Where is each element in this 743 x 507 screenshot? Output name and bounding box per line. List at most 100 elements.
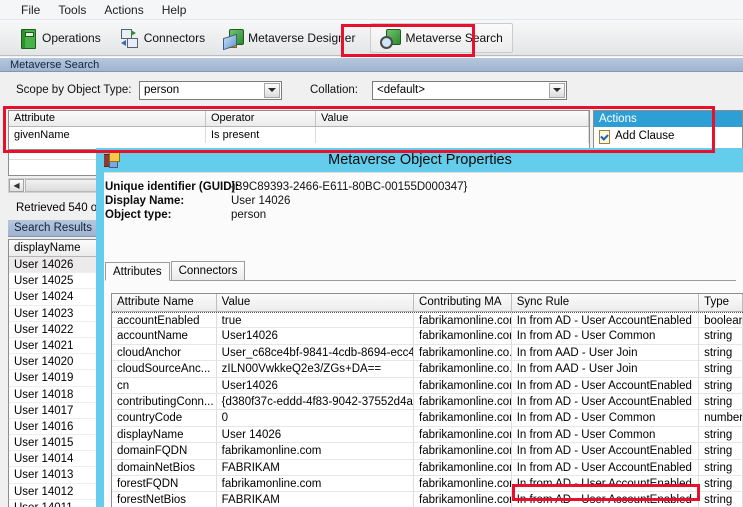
clause-grid: Attribute Operator Value givenName Is pr… — [8, 110, 590, 150]
cell-contributing-ma: fabrikamonline.com — [414, 443, 512, 460]
scope-object-type-select[interactable]: person — [139, 80, 282, 100]
result-list-item[interactable]: User 14012 — [9, 484, 107, 500]
metaverse-search-icon — [380, 28, 402, 49]
result-list-item[interactable]: User 14025 — [9, 273, 107, 290]
toolbar-label-connectors: Connectors — [143, 30, 206, 45]
col-attribute-name[interactable]: Attribute Name — [112, 294, 217, 311]
info-row-display-name: Display Name: User 14026 — [105, 195, 467, 207]
result-list-item[interactable]: User 14019 — [9, 370, 107, 387]
cell-sync-rule: In from AD - User AccountEnabled — [511, 475, 700, 493]
cell-sync-rule: In from AD - User AccountEnabled — [511, 313, 700, 329]
col-contributing-ma[interactable]: Contributing MA — [414, 294, 512, 311]
toolbar-button-operations[interactable]: Operations — [8, 23, 110, 53]
cell-contributing-ma: fabrikamonline.com — [414, 492, 512, 507]
result-list-item[interactable]: User 14018 — [9, 387, 107, 403]
action-add-clause[interactable]: Add Clause — [594, 127, 742, 145]
results-list[interactable]: displayName User 14026 User 14025 User 140… — [8, 239, 108, 507]
result-list-item[interactable]: User 14024 — [9, 289, 107, 306]
table-row[interactable]: accountName User14026 fabrikamonline.com In… — [112, 328, 743, 345]
clause-col-attribute[interactable]: Attribute — [9, 111, 206, 126]
cell-sync-rule: In from AAD - User Join — [511, 361, 700, 378]
cell-attribute-name: countryCode — [112, 410, 217, 427]
scroll-left-arrow-icon[interactable]: ◀ — [9, 179, 24, 192]
col-sync-rule[interactable]: Sync Rule — [512, 294, 700, 311]
collation-select[interactable]: <default> — [372, 80, 567, 100]
cell-value: User_c68ce4bf-9841-4cdb-8694-ecc4f... — [216, 344, 415, 362]
results-column-header-displayname[interactable]: displayName — [9, 240, 107, 257]
table-row[interactable]: domainNetBios FABRIKAM fabrikamonline.com I… — [112, 459, 743, 476]
table-row[interactable]: cn User14026 fabrikamonline.com In from AD … — [112, 377, 743, 394]
col-type[interactable]: Type — [699, 294, 743, 311]
cell-sync-rule: In from AD - User AccountEnabled — [511, 393, 700, 411]
result-list-item[interactable]: User 14015 — [9, 435, 107, 452]
dialog-title: Metaverse Object Properties — [328, 152, 512, 168]
attributes-table: Attribute Name Value Contributing MA Syn… — [111, 293, 743, 507]
result-list-item[interactable]: User 14014 — [9, 451, 107, 468]
table-row[interactable]: forestFQDN fabrikamonline.com fabrikamonli… — [112, 475, 743, 493]
result-list-item[interactable]: User 14023 — [9, 306, 107, 322]
table-row[interactable]: countryCode 0 fabrikamonline.com In from AD… — [112, 410, 743, 427]
add-clause-icon — [598, 129, 611, 144]
scope-object-type-label: Scope by Object Type: — [16, 84, 132, 96]
info-row-object-type: Object type: person — [105, 209, 467, 221]
section-title-bar: Metaverse Search — [0, 57, 743, 72]
chevron-down-icon-collation[interactable] — [549, 82, 565, 98]
tab-attributes[interactable]: Attributes — [105, 262, 170, 281]
result-list-item[interactable]: User 14016 — [9, 419, 107, 436]
toolbar-button-connectors[interactable]: Connectors — [110, 23, 214, 53]
clause-row[interactable]: givenName Is present — [9, 127, 589, 143]
cell-attribute-name: cn — [112, 377, 217, 394]
metaverse-designer-icon — [223, 28, 245, 48]
cell-type: string — [699, 443, 743, 460]
info-key-object-type: Object type: — [105, 209, 172, 221]
cell-attribute-name: accountEnabled — [112, 313, 217, 329]
search-results-panel: ◀ Retrieved 540 o Search Results display… — [8, 152, 108, 507]
connectors-icon — [119, 28, 139, 48]
actions-pane-header: Actions — [594, 111, 742, 127]
result-list-item[interactable]: User 14013 — [9, 467, 107, 484]
object-info-block: Unique identifier (GUID): {B9C89393-2466… — [105, 181, 467, 223]
scope-row: Scope by Object Type: person Collation: … — [0, 78, 743, 102]
cell-type: string — [699, 328, 743, 345]
info-row-guid: Unique identifier (GUID): {B9C89393-2466… — [105, 181, 467, 193]
toolbar-button-metaverse-search[interactable]: Metaverse Search — [370, 22, 513, 53]
result-list-item[interactable]: User 14017 — [9, 403, 107, 419]
tab-connectors[interactable]: Connectors — [170, 261, 246, 280]
result-list-item[interactable]: User 14021 — [9, 338, 107, 355]
table-row[interactable]: contributingConn... {d380f37c-eddd-4f83-9… — [112, 393, 743, 411]
table-row[interactable]: forestNetBios FABRIKAM fabrikamonline.com I… — [112, 492, 743, 507]
scrollbar-thumb[interactable] — [25, 179, 107, 192]
menu-item-tools[interactable]: Tools — [49, 1, 95, 19]
cell-contributing-ma: fabrikamonline.com — [414, 459, 512, 476]
menu-item-file[interactable]: File — [12, 1, 49, 19]
chevron-down-icon-scope[interactable] — [264, 82, 280, 98]
result-list-item[interactable]: User 14026 — [9, 257, 107, 274]
cell-value: fabrikamonline.com — [216, 475, 415, 493]
table-row[interactable]: accountEnabled true fabrikamonline.com In f… — [112, 312, 743, 329]
toolbar-button-metaverse-designer[interactable]: Metaverse Designer — [214, 23, 364, 53]
clause-col-value[interactable]: Value — [316, 111, 589, 126]
menu-item-help[interactable]: Help — [153, 1, 196, 19]
cell-contributing-ma: fabrikamonline.com — [414, 426, 512, 444]
cell-sync-rule: In from AD - User AccountEnabled — [511, 443, 700, 460]
result-list-item[interactable]: User 14020 — [9, 354, 107, 371]
result-list-item[interactable]: User 14011 — [9, 500, 107, 507]
cell-type: string — [699, 459, 743, 476]
menu-item-actions[interactable]: Actions — [95, 1, 152, 19]
operations-icon — [17, 28, 37, 49]
table-row[interactable]: cloudSourceAnc... zILN00VwkkeQ2e3/ZGs+DA=… — [112, 361, 743, 378]
cell-type: string — [699, 492, 743, 507]
col-value[interactable]: Value — [217, 294, 415, 311]
cell-type: boolean — [699, 313, 743, 329]
cell-attribute-name: contributingConn... — [112, 393, 217, 411]
cell-contributing-ma: fabrikamonline.com — [414, 393, 512, 411]
table-row[interactable]: cloudAnchor User_c68ce4bf-9841-4cdb-8694-… — [112, 344, 743, 362]
table-row[interactable]: domainFQDN fabrikamonline.com fabrikamonli… — [112, 443, 743, 460]
results-horizontal-scrollbar[interactable]: ◀ — [8, 178, 108, 193]
search-results-header: Search Results — [8, 220, 108, 237]
result-list-item[interactable]: User 14022 — [9, 322, 107, 338]
table-row[interactable]: displayName User 14026 fabrikamonline.com I… — [112, 426, 743, 444]
info-key-display-name: Display Name: — [105, 195, 185, 207]
clause-col-operator[interactable]: Operator — [206, 111, 316, 126]
cell-value: {d380f37c-eddd-4f83-9042-37552d4a5... — [216, 393, 415, 411]
